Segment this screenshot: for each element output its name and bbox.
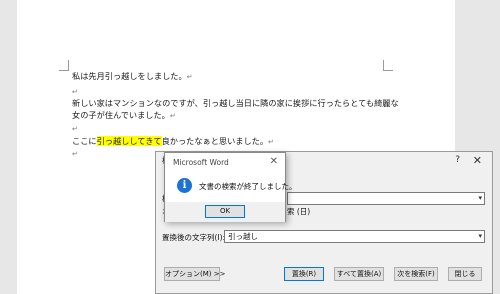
chevron-down-icon[interactable]: ▾ xyxy=(478,193,482,204)
paragraph-mark: ↵ xyxy=(186,73,193,81)
replace-with-value: 引っ越し xyxy=(228,232,258,241)
crop-mark-top-left xyxy=(59,70,69,71)
document-line[interactable]: 新しい家はマンションなのですが、引っ越し当日に隣の家に挨拶に行ったらとても綺麗な xyxy=(72,98,399,109)
paragraph-mark: ↵ xyxy=(72,125,78,133)
document-line[interactable]: ↵ xyxy=(72,123,78,135)
message-box-footer: OK xyxy=(165,202,285,222)
document-line[interactable]: ここに引っ越ししてきて良かったなぁと思いました。↵ xyxy=(72,136,274,148)
paragraph-mark: ↵ xyxy=(72,88,78,96)
message-text: 文書の検索が終了しました。 xyxy=(199,182,297,191)
crop-mark-top-left xyxy=(68,60,69,70)
chevron-down-icon[interactable]: ▾ xyxy=(478,231,482,242)
paragraph-mark: ↵ xyxy=(72,150,78,158)
replace-button[interactable]: 置換(R) xyxy=(284,267,324,281)
replace-all-button[interactable]: すべて置換(A) xyxy=(334,267,384,281)
find-what-combo[interactable]: ▾ xyxy=(287,192,485,205)
highlighted-text[interactable]: 引っ越ししてきて xyxy=(96,136,162,146)
line-text: 良かったなぁと思いました。 xyxy=(161,136,269,146)
message-box-body: i 文書の検索が終了しました。 xyxy=(165,171,297,203)
crop-mark-top-right xyxy=(383,60,384,70)
line-text: 新しい家はマンションなのですが、引っ越し当日に隣の家に挨拶に行ったらとても綺麗な xyxy=(72,98,399,108)
line-text: 私は先月引っ越しをしました。 xyxy=(72,71,187,81)
close-button[interactable]: 閉じる xyxy=(448,267,482,281)
close-icon[interactable]: ✕ xyxy=(270,156,278,167)
document-line[interactable]: ↵ xyxy=(72,86,78,98)
document-line[interactable]: 私は先月引っ越しをしました。↵ xyxy=(72,71,193,83)
find-next-button[interactable]: 次を検索(F) xyxy=(394,267,438,281)
message-box: Microsoft Word ✕ i 文書の検索が終了しました。 OK xyxy=(164,152,297,222)
options-value: 索 (日) xyxy=(287,207,311,216)
info-icon: i xyxy=(177,178,192,193)
replace-with-combo[interactable]: 引っ越し ▾ xyxy=(224,230,485,243)
paragraph-mark: ↵ xyxy=(169,112,176,120)
line-text: 女の子が住んでいました。 xyxy=(72,110,170,120)
paragraph-mark: ↵ xyxy=(268,138,274,146)
document-line[interactable]: ↵ xyxy=(72,148,78,160)
ok-button[interactable]: OK xyxy=(205,205,245,218)
crop-mark-top-right xyxy=(383,70,393,71)
options-button[interactable]: オプション(M) >> xyxy=(164,267,225,281)
help-button[interactable]: ? xyxy=(455,155,460,165)
document-line[interactable]: 女の子が住んでいました。↵ xyxy=(72,110,176,122)
line-text: ここに xyxy=(72,136,97,146)
replace-with-label: 置換後の文字列(I): xyxy=(162,233,226,242)
close-icon[interactable]: ✕ xyxy=(473,154,482,167)
message-box-title: Microsoft Word xyxy=(173,158,229,167)
